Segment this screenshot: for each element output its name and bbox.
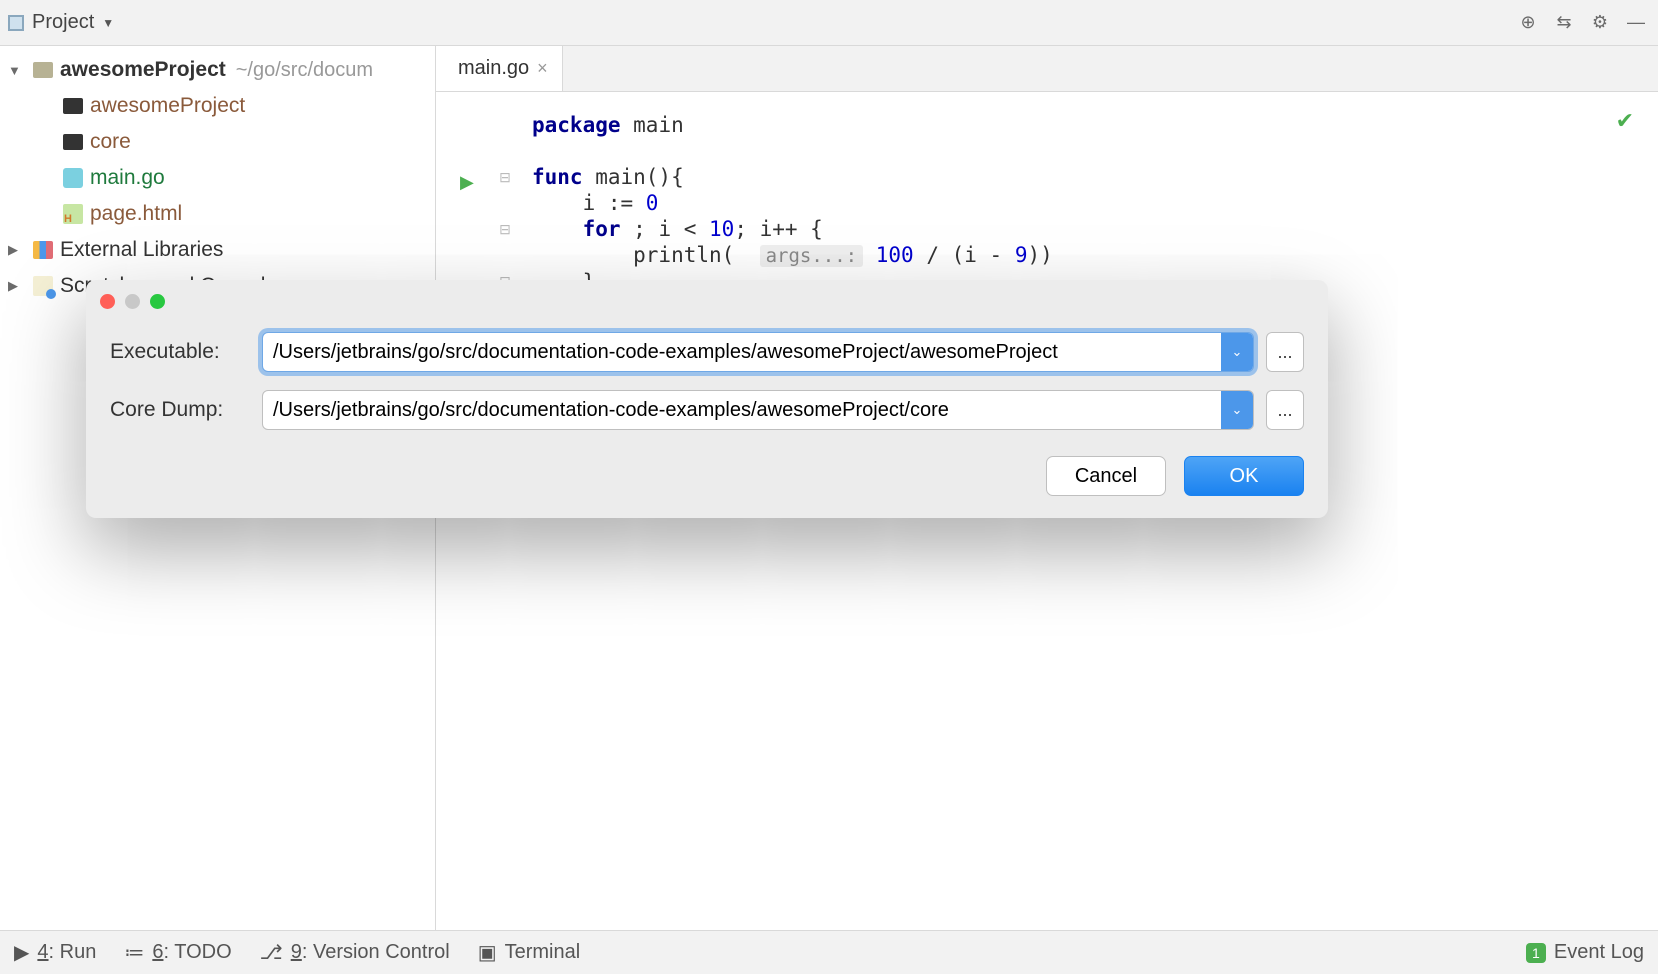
executable-input[interactable] (263, 333, 1221, 371)
tree-item-label: core (90, 130, 131, 154)
project-view-icon (8, 15, 24, 31)
binary-icon (63, 98, 83, 114)
tree-item-label: page.html (90, 202, 182, 226)
dialog-titlebar[interactable] (86, 280, 1328, 322)
tree-item[interactable]: ▶ main.go (0, 160, 435, 196)
folder-icon (33, 62, 53, 78)
window-minimize-icon[interactable] (125, 294, 140, 309)
coredump-input[interactable] (263, 391, 1221, 429)
fold-icon[interactable]: ⊟ (490, 164, 520, 190)
event-badge: 1 (1526, 943, 1546, 963)
cancel-button[interactable]: Cancel (1046, 456, 1166, 496)
project-name: awesomeProject (60, 58, 226, 82)
fold-icon[interactable] (490, 242, 520, 268)
project-path: ~/go/src/docum (236, 59, 373, 82)
terminal-tool-window-button[interactable]: ▣ Terminal (478, 940, 580, 965)
tree-item[interactable]: ▶ core (0, 124, 435, 160)
go-file-icon (63, 168, 83, 188)
browse-executable-button[interactable]: ... (1266, 332, 1304, 372)
html-file-icon (63, 204, 83, 224)
chevron-down-icon[interactable]: ⌄ (1221, 391, 1253, 429)
close-icon[interactable]: × (537, 58, 548, 79)
vcs-tool-window-button[interactable]: ⎇ 9: Version Control (260, 940, 450, 965)
status-bar: ▶ 4: Run ≔ 6: TODO ⎇ 9: Version Control … (0, 930, 1658, 974)
todo-tool-window-button[interactable]: ≔ 6: TODO (124, 940, 231, 965)
window-close-icon[interactable] (100, 294, 115, 309)
event-log-button[interactable]: 1 Event Log (1526, 941, 1644, 964)
tree-item[interactable]: ▶ awesomeProject (0, 88, 435, 124)
fold-icon[interactable]: ⊟ (490, 216, 520, 242)
executable-label: Executable: (110, 340, 250, 364)
tree-external-libs[interactable]: ▶ External Libraries (0, 232, 435, 268)
project-toolbar: Project ▼ ⊕ ⇆ ⚙ — (0, 0, 1658, 46)
run-gutter-icon[interactable]: ▶ (460, 172, 490, 193)
tab-label: main.go (458, 57, 529, 80)
coredump-label: Core Dump: (110, 398, 250, 422)
browse-coredump-button[interactable]: ... (1266, 390, 1304, 430)
tree-item-label: awesomeProject (90, 94, 245, 118)
run-tool-window-button[interactable]: ▶ 4: Run (14, 940, 96, 965)
executable-field[interactable]: ⌄ (262, 332, 1254, 372)
minimize-icon[interactable]: — (1622, 9, 1650, 37)
editor-tab-main-go[interactable]: main.go × (436, 46, 563, 91)
chevron-down-icon[interactable]: ▼ (102, 16, 114, 30)
ok-button[interactable]: OK (1184, 456, 1304, 496)
binary-icon (63, 134, 83, 150)
core-dump-dialog: Executable: ⌄ ... Core Dump: ⌄ ... Cance… (86, 280, 1328, 518)
editor-tabs: main.go × (436, 46, 1658, 92)
gear-icon[interactable]: ⚙ (1586, 9, 1614, 37)
external-libs-label: External Libraries (60, 238, 223, 262)
libraries-icon (33, 241, 53, 259)
tree-item[interactable]: ▶ page.html (0, 196, 435, 232)
collapse-icon[interactable]: ⇆ (1550, 9, 1578, 37)
analysis-ok-icon[interactable]: ✔ (1616, 108, 1634, 134)
window-zoom-icon[interactable] (150, 294, 165, 309)
project-view-title[interactable]: Project (32, 11, 94, 34)
locate-icon[interactable]: ⊕ (1514, 9, 1542, 37)
tree-root[interactable]: ▼ awesomeProject ~/go/src/docum (0, 52, 435, 88)
tree-item-label: main.go (90, 166, 165, 190)
fold-icon[interactable] (490, 190, 520, 216)
scratches-icon (33, 276, 53, 296)
coredump-field[interactable]: ⌄ (262, 390, 1254, 430)
chevron-down-icon[interactable]: ⌄ (1221, 333, 1253, 371)
